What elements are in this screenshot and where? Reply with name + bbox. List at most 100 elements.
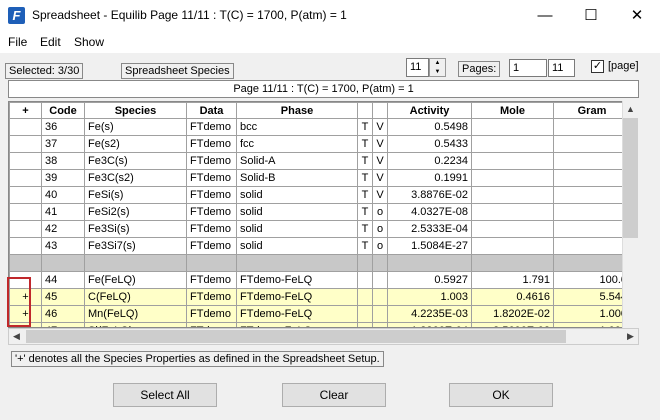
cell-phase[interactable]: solid xyxy=(236,237,358,255)
header-flag1[interactable] xyxy=(357,102,373,119)
cell-flag2[interactable]: o xyxy=(372,237,388,255)
cell-plus[interactable] xyxy=(9,152,42,170)
cell-activity[interactable]: 0.1991 xyxy=(387,169,472,187)
cell-plus[interactable] xyxy=(9,237,42,255)
cell-flag2[interactable]: V xyxy=(372,135,388,153)
cell-gram[interactable]: 100.0 xyxy=(553,271,631,289)
cell-code[interactable]: 42 xyxy=(41,220,85,238)
table-row[interactable]: 39 Fe3C(s2) FTdemo Solid-B T V 0.1991 xyxy=(9,169,631,187)
cell-species[interactable]: Fe3C(s2) xyxy=(84,169,187,187)
cell-phase[interactable]: Solid-B xyxy=(236,169,358,187)
cell-mole[interactable] xyxy=(471,186,554,204)
table-row[interactable]: +45 C(FeLQ) FTdemo FTdemo-FeLQ 1.003 0.4616 5.… xyxy=(9,288,631,306)
cell-activity[interactable]: 1.003 xyxy=(387,288,472,306)
cell-flag2[interactable]: V xyxy=(372,118,388,136)
cell-gram[interactable]: 5.544 xyxy=(553,288,631,306)
cell-activity[interactable]: 0.5498 xyxy=(387,118,472,136)
cell-activity[interactable]: 3.8876E-02 xyxy=(387,186,472,204)
cell-phase[interactable]: FTdemo-FeLQ xyxy=(236,271,358,289)
cell-gram[interactable] xyxy=(553,118,631,136)
cell-activity[interactable]: 4.2235E-03 xyxy=(387,305,472,323)
cell-data[interactable]: FTdemo xyxy=(186,237,237,255)
cell-gram[interactable] xyxy=(553,152,631,170)
cell-flag1[interactable]: T xyxy=(357,203,373,221)
cell-activity[interactable]: 0.2234 xyxy=(387,152,472,170)
table-row[interactable]: 42 Fe3Si(s) FTdemo solid To 2.5333E-04 xyxy=(9,220,631,238)
cell-data[interactable]: FTdemo xyxy=(186,220,237,238)
pages-from-input[interactable]: 1 xyxy=(509,59,547,77)
table-row[interactable]: 43 Fe3Si7(s) FTdemo solid To 1.5084E-27 xyxy=(9,237,631,255)
minimize-button[interactable]: — xyxy=(522,0,568,31)
cell-gram[interactable] xyxy=(553,169,631,187)
cell-code[interactable]: 36 xyxy=(41,118,85,136)
cell-species[interactable]: FeSi(s) xyxy=(84,186,187,204)
header-plus[interactable]: + xyxy=(9,102,42,119)
cell-gram[interactable]: 1.000 xyxy=(553,305,631,323)
cell-species[interactable]: Fe3Si7(s) xyxy=(84,237,187,255)
cell-mole[interactable] xyxy=(471,152,554,170)
cell-data[interactable]: FTdemo xyxy=(186,135,237,153)
header-species[interactable]: Species xyxy=(84,102,187,119)
cell-flag1[interactable] xyxy=(357,271,373,289)
cell-data[interactable]: FTdemo xyxy=(186,203,237,221)
header-flag2[interactable] xyxy=(372,102,388,119)
cell-flag2[interactable]: o xyxy=(372,203,388,221)
cell-code[interactable]: 41 xyxy=(41,203,85,221)
table-row[interactable]: +46 Mn(FeLQ) FTdemo FTdemo-FeLQ 4.2235E-03 1.… xyxy=(9,305,631,323)
cell-data[interactable]: FTdemo xyxy=(186,118,237,136)
spin-down-icon[interactable]: ▼ xyxy=(430,68,445,77)
spreadsheet-species-button[interactable]: Spreadsheet Species xyxy=(121,63,234,79)
cell-phase[interactable]: solid xyxy=(236,220,358,238)
cell-data[interactable]: FTdemo xyxy=(186,186,237,204)
cell-code[interactable]: 40 xyxy=(41,186,85,204)
cell-flag1[interactable]: T xyxy=(357,237,373,255)
cell-gram[interactable] xyxy=(553,186,631,204)
cell-data[interactable]: FTdemo xyxy=(186,152,237,170)
table-row[interactable]: 37 Fe(s2) FTdemo fcc T V 0.5433 xyxy=(9,135,631,153)
cell-mole[interactable] xyxy=(471,169,554,187)
maximize-button[interactable]: ☐ xyxy=(568,0,614,31)
table-row[interactable]: 36 Fe(s) FTdemo bcc T V 0.5498 xyxy=(9,118,631,136)
cell-species[interactable]: Fe(s) xyxy=(84,118,187,136)
cell-species[interactable]: C(FeLQ) xyxy=(84,288,187,306)
header-activity[interactable]: Activity xyxy=(387,102,472,119)
scroll-left-icon[interactable]: ◀ xyxy=(8,328,25,345)
table-row[interactable]: 44 Fe(FeLQ) FTdemo FTdemo-FeLQ 0.5927 1.791 10… xyxy=(9,271,631,289)
page-checkbox[interactable]: ✓ xyxy=(591,60,604,73)
cell-species[interactable]: Fe3Si(s) xyxy=(84,220,187,238)
vertical-scroll-thumb[interactable] xyxy=(623,118,638,238)
cell-code[interactable]: 45 xyxy=(41,288,85,306)
cell-mole[interactable] xyxy=(471,203,554,221)
scroll-up-icon[interactable]: ▲ xyxy=(622,101,639,118)
cell-species[interactable]: Mn(FeLQ) xyxy=(84,305,187,323)
cell-flag1[interactable]: T xyxy=(357,186,373,204)
header-code[interactable]: Code xyxy=(41,102,85,119)
cell-phase[interactable]: solid xyxy=(236,203,358,221)
menu-edit[interactable]: Edit xyxy=(40,35,61,49)
cell-phase[interactable]: Solid-A xyxy=(236,152,358,170)
cell-flag2[interactable]: o xyxy=(372,220,388,238)
header-gram[interactable]: Gram xyxy=(553,102,631,119)
cell-flag1[interactable]: T xyxy=(357,135,373,153)
page-number-input[interactable]: 11 xyxy=(406,58,429,77)
cell-gram[interactable] xyxy=(553,135,631,153)
cell-plus[interactable] xyxy=(9,186,42,204)
pages-to-input[interactable]: 11 xyxy=(548,59,575,77)
cell-mole[interactable]: 1.791 xyxy=(471,271,554,289)
close-button[interactable]: ✕ xyxy=(614,0,660,31)
cell-flag1[interactable]: T xyxy=(357,169,373,187)
cell-plus[interactable] xyxy=(9,203,42,221)
header-data[interactable]: Data xyxy=(186,102,237,119)
cell-phase[interactable]: FTdemo-FeLQ xyxy=(236,305,358,323)
page-spinner[interactable]: ▲ ▼ xyxy=(429,58,446,77)
cell-plus[interactable] xyxy=(9,220,42,238)
cell-flag2[interactable] xyxy=(372,271,388,289)
select-all-button[interactable]: Select All xyxy=(113,383,217,407)
cell-flag1[interactable] xyxy=(357,288,373,306)
cell-mole[interactable] xyxy=(471,118,554,136)
cell-species[interactable]: Fe3C(s) xyxy=(84,152,187,170)
cell-code[interactable]: 43 xyxy=(41,237,85,255)
cell-activity[interactable]: 4.0327E-08 xyxy=(387,203,472,221)
cell-data[interactable]: FTdemo xyxy=(186,271,237,289)
cell-phase[interactable]: FTdemo-FeLQ xyxy=(236,288,358,306)
